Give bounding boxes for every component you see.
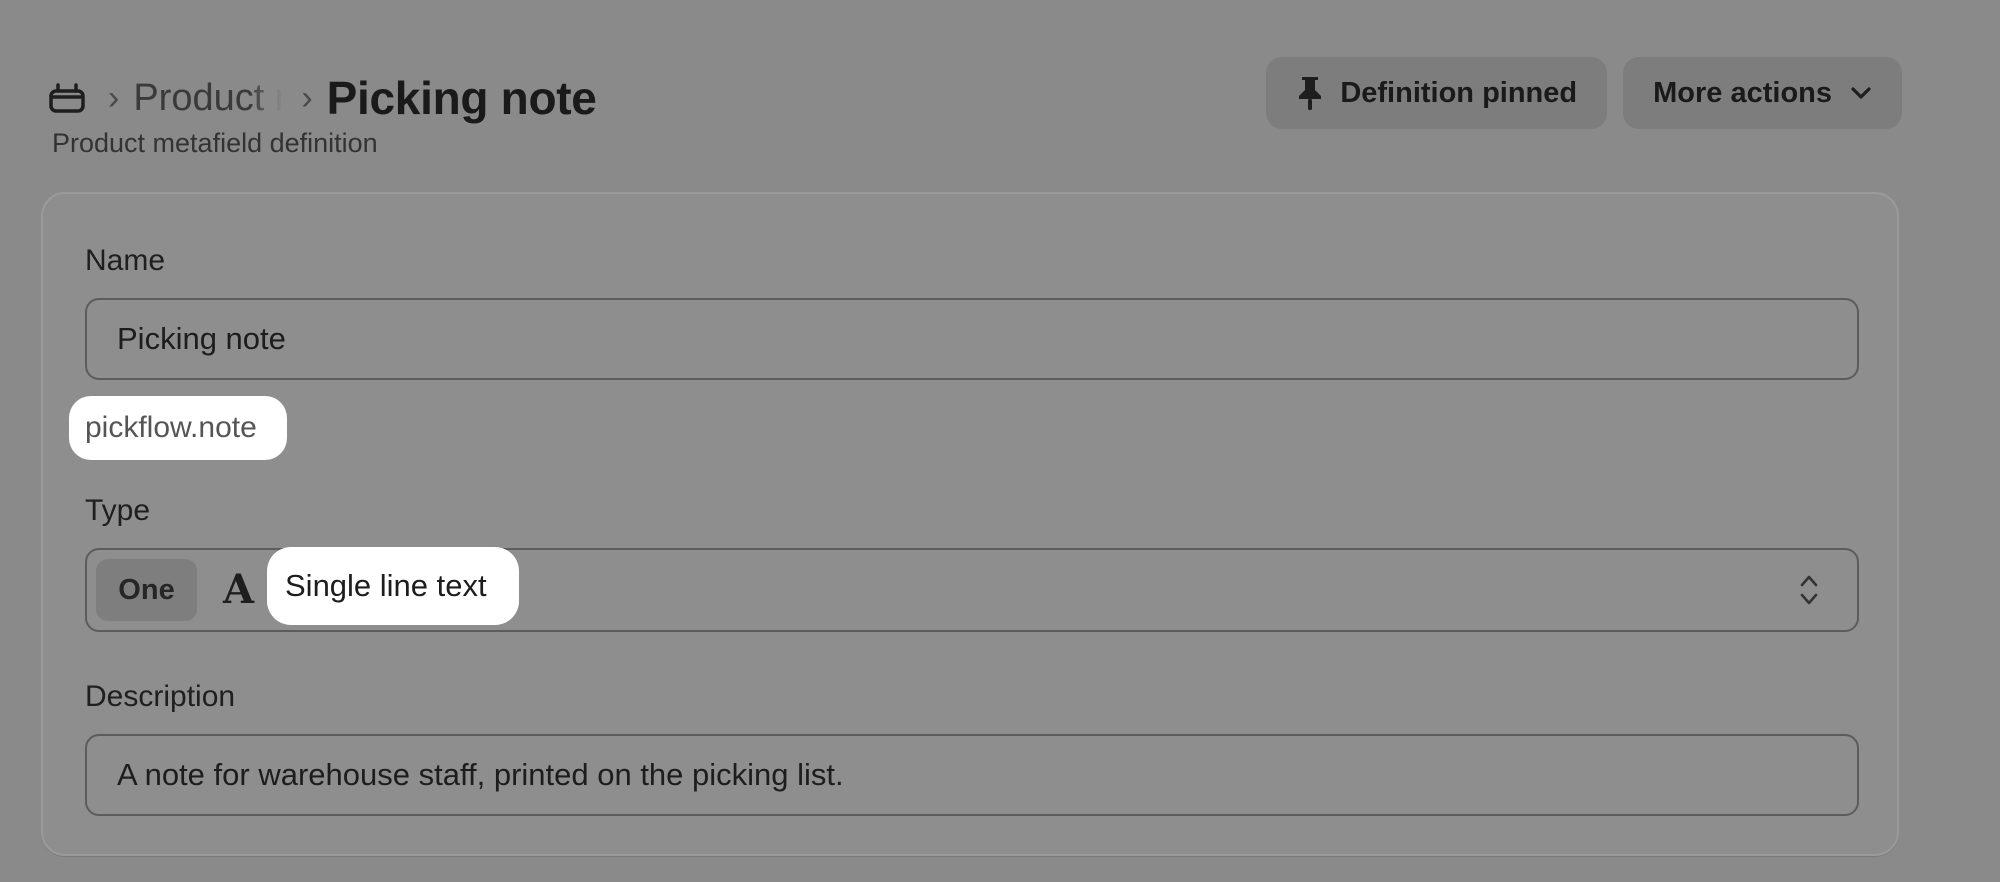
header-actions: Definition pinned More actions [1266, 57, 1902, 129]
text-type-icon: A [223, 566, 255, 613]
description-label: Description [85, 680, 236, 713]
breadcrumb: › Product metafields › Picking note [46, 66, 597, 130]
definition-card: Name Picking note pickflow.note Type One… [41, 192, 1899, 856]
definition-pinned-label: Definition pinned [1340, 76, 1578, 109]
breadcrumb-separator-icon: › [108, 79, 120, 117]
page-header: › Product metafields › Picking note Prod… [46, 52, 1902, 162]
select-updown-icon [1797, 570, 1821, 610]
namespace-key-text: pickflow.note [69, 396, 287, 460]
name-label: Name [85, 244, 166, 277]
page-title: Picking note [326, 72, 597, 124]
page-subtitle: Product metafield definition [52, 128, 378, 158]
breadcrumb-separator-icon: › [301, 79, 313, 117]
type-value: Single line text [267, 547, 519, 625]
store-icon[interactable] [46, 80, 88, 116]
description-input[interactable]: A note for warehouse staff, printed on t… [85, 734, 1859, 816]
type-label: Type [85, 494, 151, 527]
breadcrumb-parent-link[interactable]: Product metafields [133, 77, 283, 120]
name-input[interactable]: Picking note [85, 298, 1859, 380]
more-actions-button[interactable]: More actions [1623, 57, 1902, 129]
type-select[interactable]: One A Single line text [85, 547, 1859, 632]
more-actions-label: More actions [1653, 76, 1832, 109]
list-type-badge[interactable]: One [96, 559, 197, 621]
chevron-down-icon [1850, 86, 1872, 100]
pin-icon [1296, 75, 1324, 111]
definition-pinned-button[interactable]: Definition pinned [1266, 57, 1608, 129]
